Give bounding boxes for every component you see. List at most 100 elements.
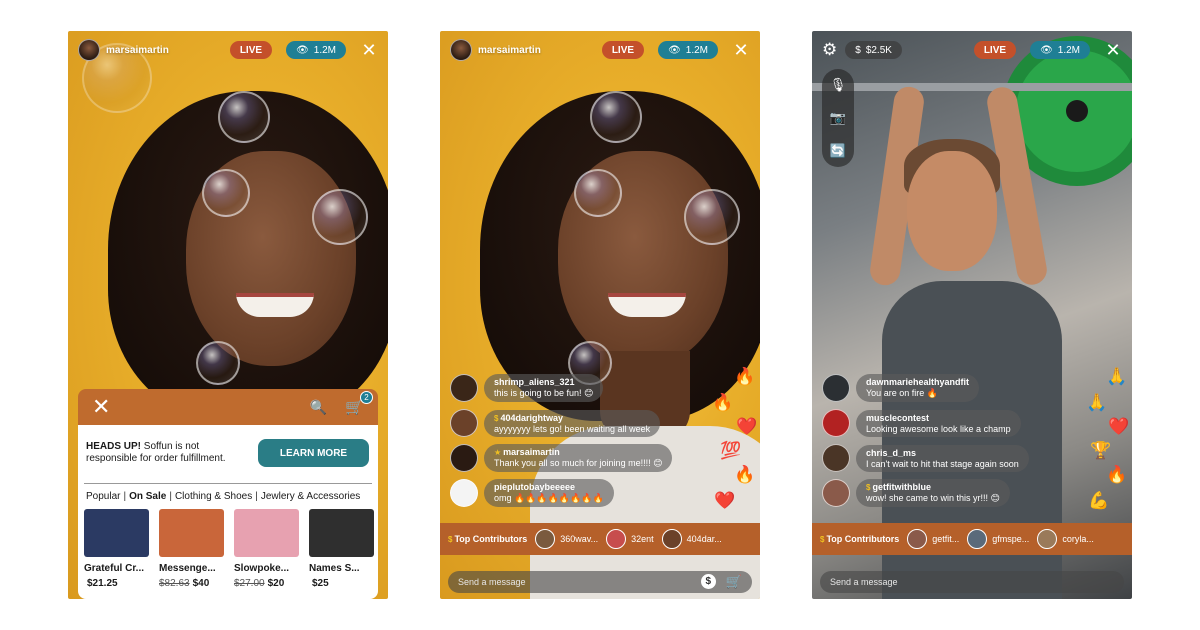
product-card[interactable]: Messenge... $82.63 $40 <box>159 509 224 589</box>
contributor[interactable]: gfmspe... <box>967 529 1029 549</box>
streamer-avatar[interactable] <box>78 39 100 61</box>
star-icon: ★ <box>494 448 502 457</box>
tab-clothing-shoes[interactable]: Clothing & Shoes <box>175 491 252 502</box>
streamer-username[interactable]: marsaimartin <box>478 45 541 56</box>
streamer-avatar[interactable] <box>450 39 472 61</box>
soap-bubble <box>590 91 642 143</box>
contributor[interactable]: 32ent <box>606 529 654 549</box>
product-price: $21.25 <box>84 578 149 589</box>
streamer-username[interactable]: marsaimartin <box>106 45 169 56</box>
contributor-name: 404dar... <box>686 534 722 544</box>
shop-panel: HEADS UP! Soffun is not responsible for … <box>78 425 378 599</box>
contributor[interactable]: getfit... <box>907 529 959 549</box>
viewer-count-value: 1.2M <box>1057 44 1080 56</box>
notice-title: HEADS UP! <box>86 441 142 452</box>
product-sale-price: $25 <box>312 578 329 589</box>
tab-popular[interactable]: Popular <box>86 491 120 502</box>
message-input[interactable]: Send a message <box>820 571 1124 593</box>
live-badge: LIVE <box>601 41 645 59</box>
camera-off-icon[interactable]: 📷 <box>830 110 846 126</box>
contributor-name: getfit... <box>932 534 960 544</box>
contributor-avatar <box>606 529 627 549</box>
search-icon[interactable]: 🔍 <box>310 399 327 416</box>
fire-reaction-icon: 🔥 <box>734 367 756 386</box>
chat-username[interactable]: chris_d_ms <box>866 448 1019 458</box>
chat-avatar[interactable] <box>450 374 478 402</box>
tip-dollar-icon[interactable]: $ <box>700 574 716 589</box>
heart-reaction-icon: ❤️ <box>736 417 758 436</box>
product-old-price: $27.00 <box>234 578 265 589</box>
top-contributors-label: $ Top Contributors <box>820 534 899 544</box>
stream-screen-shop: marsaimartin LIVE 👁 1.2M ✕ ✕ 🔍 🛒 2 HEADS … <box>68 31 388 599</box>
close-shop-icon[interactable]: ✕ <box>92 396 110 418</box>
product-list: Grateful Cr... $21.25 Messenge... $82.63… <box>84 509 374 589</box>
contributor-avatar <box>661 529 682 549</box>
cart-icon[interactable]: 🛒 <box>726 574 742 590</box>
chat-message: $404darightway ayyyyyyy lets go! been wa… <box>450 408 750 438</box>
top-contributors-bar: $ Top Contributors 360wav... 32ent 404dar… <box>440 523 760 555</box>
chat-avatar[interactable] <box>450 409 478 437</box>
contributor[interactable]: 360wav... <box>535 529 598 549</box>
product-image <box>159 509 224 557</box>
live-badge: LIVE <box>973 41 1017 59</box>
chat-username[interactable]: musclecontest <box>866 413 1011 423</box>
product-price: $27.00 $20 <box>234 578 299 589</box>
chat-avatar[interactable] <box>822 444 850 472</box>
broadcast-controls: 🎙 📷 🔄 <box>822 69 854 167</box>
athlete-head <box>907 151 997 271</box>
chat-message: musclecontest Looking awesome look like … <box>822 408 1122 438</box>
close-icon[interactable]: ✕ <box>1104 41 1122 59</box>
chat-avatar[interactable] <box>822 479 850 507</box>
eye-icon: 👁 <box>1040 44 1053 56</box>
product-name: Names S... <box>309 563 360 574</box>
product-card[interactable]: Grateful Cr... $21.25 <box>84 509 149 589</box>
viewer-count: 👁 1.2M <box>1030 41 1090 59</box>
product-name: Grateful Cr... <box>84 563 145 574</box>
stream-top-bar: marsaimartin LIVE 👁 1.2M ✕ <box>78 39 378 61</box>
category-tabs: Popular | On Sale | Clothing & Shoes | Jewlery… <box>86 491 360 502</box>
chat-bubble: dawnmariehealthyandfit You are on fire 🔥 <box>856 374 980 402</box>
product-price: $82.63 $40 <box>159 578 224 589</box>
viewer-count-value: 1.2M <box>685 44 708 56</box>
chat-avatar[interactable] <box>450 479 478 507</box>
close-icon[interactable]: ✕ <box>360 41 378 59</box>
tab-jewelry-accessories[interactable]: Jewlery & Accessories <box>261 491 360 502</box>
contributor-name: 32ent <box>631 534 654 544</box>
contributor[interactable]: coryla... <box>1037 529 1094 549</box>
product-card[interactable]: Names S... $25 <box>309 509 374 589</box>
mic-off-icon[interactable]: 🎙 <box>830 77 847 93</box>
live-badge: LIVE <box>229 41 273 59</box>
chat-text: Looking awesome look like a champ <box>866 423 1011 434</box>
soap-bubble <box>574 169 622 217</box>
cart-button[interactable]: 🛒 2 <box>345 391 373 416</box>
chat-avatar[interactable] <box>822 409 850 437</box>
chat-username[interactable]: shrimp_aliens_321 <box>494 377 593 387</box>
contributor-avatar <box>967 529 988 549</box>
pray-reaction-icon: 🙏 <box>1106 367 1128 386</box>
heart-reaction-icon: ❤️ <box>714 491 736 510</box>
fire-reaction-icon: 🔥 <box>712 393 734 412</box>
chat-username[interactable]: $404darightway <box>494 413 650 423</box>
tab-on-sale[interactable]: On Sale <box>129 491 166 502</box>
switch-camera-icon[interactable]: 🔄 <box>830 143 846 159</box>
product-card[interactable]: Slowpoke... $27.00 $20 <box>234 509 299 589</box>
message-input[interactable]: Send a message $ 🛒 <box>448 571 752 593</box>
chat-username[interactable]: ★ marsaimartin <box>494 447 662 457</box>
chat-message: ★ marsaimartin Thank you all so much for … <box>450 443 750 473</box>
chat-avatar[interactable] <box>450 444 478 472</box>
chat-message: pieplutobaybeeeee omg 🔥🔥🔥🔥🔥🔥🔥🔥 <box>450 478 750 508</box>
soap-bubble <box>218 91 270 143</box>
gear-icon[interactable]: ⚙ <box>822 40 837 60</box>
close-icon[interactable]: ✕ <box>732 41 750 59</box>
chat-bubble: ★ marsaimartin Thank you all so much for … <box>484 444 673 472</box>
chat-text: this is going to be fun! 😊 <box>494 388 594 398</box>
flex-reaction-icon: 💪 <box>1088 491 1110 510</box>
chat-username[interactable]: $ getfitwithblue <box>866 482 1000 492</box>
chat-username[interactable]: dawnmariehealthyandfit <box>866 377 969 387</box>
chat-message: shrimp_aliens_321 this is going to be fu… <box>450 373 750 403</box>
top-contributors-text: Top Contributors <box>826 534 900 544</box>
chat-username[interactable]: pieplutobaybeeeee <box>494 482 604 492</box>
learn-more-button[interactable]: LEARN MORE <box>258 439 369 467</box>
chat-avatar[interactable] <box>822 374 850 402</box>
contributor[interactable]: 404dar... <box>661 529 722 549</box>
